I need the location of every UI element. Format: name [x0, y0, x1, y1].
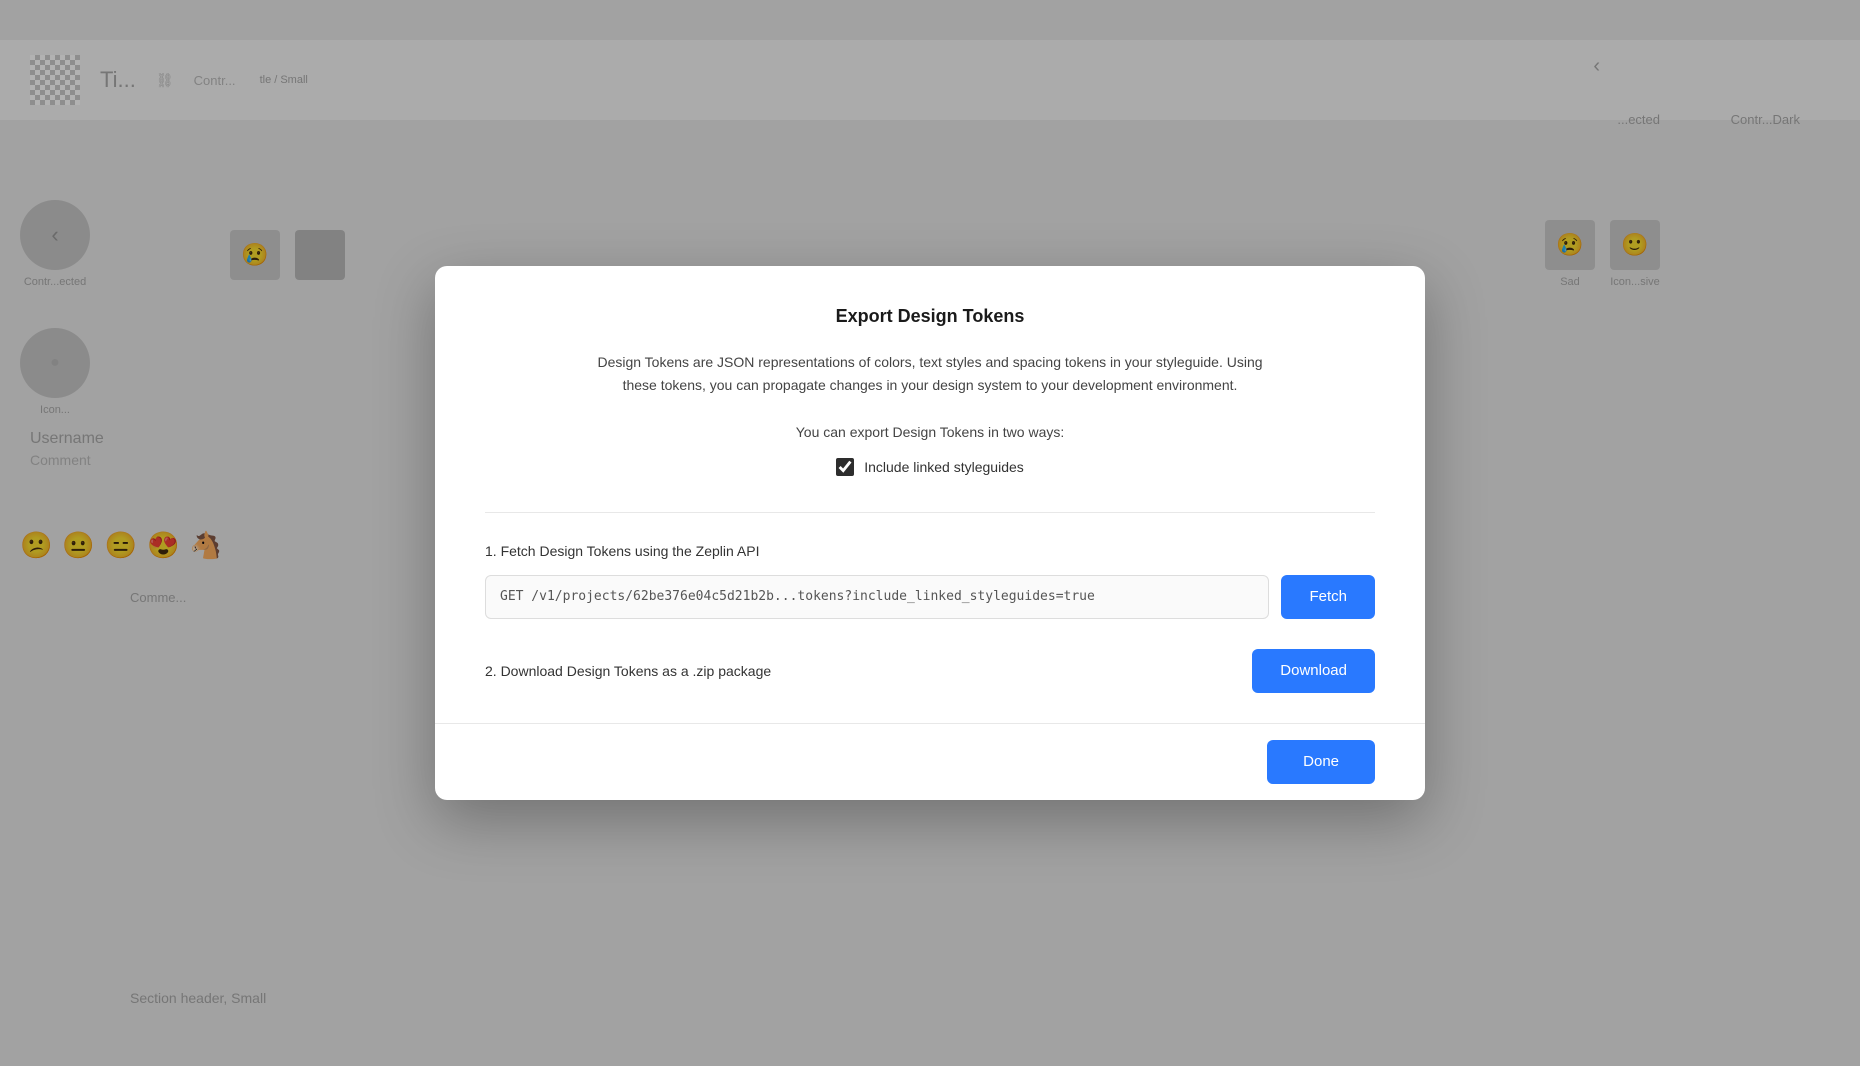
- modal-footer: Done: [435, 723, 1425, 800]
- download-button[interactable]: Download: [1252, 649, 1375, 693]
- section-divider-1: [485, 512, 1375, 513]
- section-download: 2. Download Design Tokens as a .zip pack…: [485, 649, 1375, 693]
- section-fetch: 1. Fetch Design Tokens using the Zeplin …: [485, 543, 1375, 619]
- include-styleguides-checkbox[interactable]: [836, 458, 854, 476]
- modal-ways-text: You can export Design Tokens in two ways…: [485, 424, 1375, 440]
- checkbox-label: Include linked styleguides: [864, 459, 1024, 475]
- checkbox-row: Include linked styleguides: [485, 458, 1375, 476]
- modal-backdrop: Export Design Tokens Design Tokens are J…: [0, 0, 1860, 1066]
- modal-title: Export Design Tokens: [485, 306, 1375, 327]
- done-button[interactable]: Done: [1267, 740, 1375, 784]
- section1-heading: 1. Fetch Design Tokens using the Zeplin …: [485, 543, 1375, 559]
- modal-description: Design Tokens are JSON representations o…: [580, 351, 1280, 396]
- download-label: 2. Download Design Tokens as a .zip pack…: [485, 663, 771, 679]
- background: Ti... ⛓ Contr... tle / Small ‹ ...ected …: [0, 0, 1860, 1066]
- modal-container: Export Design Tokens Design Tokens are J…: [435, 266, 1425, 800]
- fetch-button[interactable]: Fetch: [1281, 575, 1375, 619]
- api-row: Fetch: [485, 575, 1375, 619]
- api-url-input[interactable]: [485, 575, 1269, 619]
